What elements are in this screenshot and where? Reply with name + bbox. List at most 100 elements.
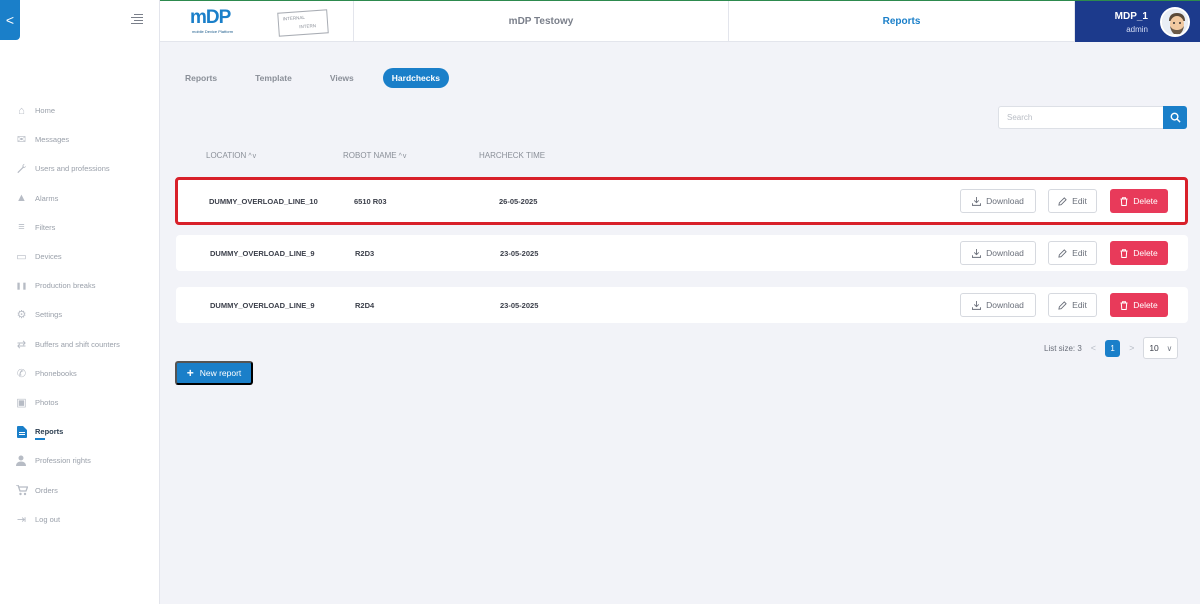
next-page-button[interactable]: > [1129, 343, 1134, 353]
pencil-icon [1058, 248, 1067, 258]
download-icon [972, 248, 982, 258]
devices-icon: ▭ [16, 251, 27, 264]
pencil-icon [1058, 196, 1067, 206]
sidebar-item-filters[interactable]: ≡ Filters [15, 213, 155, 242]
sidebar: < ⌂ Home ✉ Messages Users and profession… [0, 0, 160, 604]
warning-icon: ▲ [16, 192, 27, 205]
sidebar-item-label: Phonebooks [35, 368, 77, 378]
delete-button[interactable]: Delete [1110, 189, 1168, 213]
chevron-down-icon: ∨ [1166, 343, 1173, 353]
sidebar-item-label: Devices [35, 252, 62, 262]
tab-hardchecks[interactable]: Hardchecks [382, 68, 449, 88]
sidebar-item-log-out[interactable]: ⇥ Log out [15, 505, 155, 534]
sidebar-item-label: Log out [35, 514, 61, 524]
sort-icon: ^v [248, 153, 258, 160]
edit-button[interactable]: Edit [1048, 189, 1097, 213]
sidebar-item-profession-rights[interactable]: Profession rights [15, 446, 155, 475]
user-name: MDP_1 [1114, 11, 1148, 22]
sidebar-item-orders[interactable]: Orders [15, 475, 155, 504]
sidebar-item-buffers-and-shift-counters[interactable]: ⇄ Buffers and shift counters [15, 330, 155, 359]
sidebar-item-alarms[interactable]: ▲ Alarms [15, 184, 155, 213]
sidebar-item-phonebooks[interactable]: ✆ Phonebooks [15, 359, 155, 388]
user-role: admin [1126, 25, 1148, 34]
tab-template[interactable]: Template [246, 68, 301, 88]
sidebar-item-label: Alarms [35, 193, 59, 203]
search-box [998, 106, 1187, 129]
document-icon [15, 425, 28, 438]
cart-icon [15, 484, 28, 497]
cell-harcheck-time: 23-05-2025 [500, 300, 539, 310]
download-button[interactable]: Download [960, 241, 1036, 265]
sidebar-item-label: Filters [35, 222, 56, 232]
sidebar-item-settings[interactable]: ⚙ Settings [15, 300, 155, 329]
plus-icon: + [186, 366, 194, 380]
search-input[interactable] [998, 106, 1163, 129]
sidebar-item-label: Production breaks [35, 281, 96, 291]
image-icon: ▣ [16, 396, 27, 409]
logo[interactable]: mDP mobile Device Platform INTERNAL INTE… [160, 1, 354, 42]
cell-location: DUMMY_OVERLOAD_LINE_10 [209, 196, 318, 206]
trash-icon [1120, 196, 1128, 206]
sidebar-item-devices[interactable]: ▭ Devices [15, 242, 155, 271]
sidebar-item-label: Settings [35, 310, 63, 320]
tab-views[interactable]: Views [321, 68, 363, 88]
avatar [1160, 7, 1190, 37]
cell-location: DUMMY_OVERLOAD_LINE_9 [210, 300, 315, 310]
search-button[interactable] [1163, 106, 1187, 129]
collapse-sidebar-button[interactable]: < [0, 0, 20, 40]
sidebar-item-label: Home [35, 106, 56, 116]
edit-button[interactable]: Edit [1048, 241, 1097, 265]
sidebar-item-label: Users and professions [35, 164, 110, 174]
tab-reports[interactable]: Reports [176, 68, 226, 88]
column-header-harcheck-time: HARCHECK TIME [479, 151, 546, 160]
cell-robot-name: R2D4 [355, 300, 375, 310]
edit-button[interactable]: Edit [1048, 293, 1097, 317]
page-size-select[interactable]: 10 ∨ [1143, 337, 1179, 359]
pagination: List size: 3 < 1 > 10 ∨ [1044, 337, 1179, 359]
logo-text: mDP [190, 7, 231, 28]
sidebar-item-label: Profession rights [35, 456, 91, 466]
section-title: Reports [729, 1, 1075, 42]
download-button[interactable]: Download [960, 293, 1036, 317]
download-button[interactable]: Download [960, 189, 1036, 213]
sidebar-nav: ⌂ Home ✉ Messages Users and professions … [15, 96, 155, 534]
sidebar-item-photos[interactable]: ▣ Photos [15, 388, 155, 417]
wrench-icon [15, 162, 28, 175]
gear-icon: ⚙ [16, 309, 27, 322]
sidebar-item-messages[interactable]: ✉ Messages [15, 125, 155, 154]
delete-button[interactable]: Delete [1110, 293, 1168, 317]
sidebar-item-label: Reports [35, 427, 64, 441]
logout-icon: ⇥ [16, 513, 27, 526]
sidebar-item-label: Orders [35, 485, 58, 495]
sidebar-item-users-and-professions[interactable]: Users and professions [15, 154, 155, 183]
list-size-label: List size: 3 [1044, 343, 1082, 353]
trash-icon [1120, 300, 1128, 310]
column-header-location[interactable]: LOCATION ^v [206, 151, 257, 160]
top-header: mDP mobile Device Platform INTERNAL INTE… [160, 0, 1200, 42]
table-row: DUMMY_OVERLOAD_LINE_10 6510 R03 26-05-20… [175, 177, 1188, 225]
cell-harcheck-time: 26-05-2025 [499, 196, 538, 206]
sidebar-item-label: Messages [35, 135, 70, 145]
sidebar-item-reports[interactable]: Reports [15, 417, 155, 446]
search-icon [1170, 112, 1181, 123]
page-1-button[interactable]: 1 [1105, 339, 1121, 357]
user-menu[interactable]: MDP_1 admin [1075, 1, 1200, 42]
trash-icon [1120, 248, 1128, 258]
prev-page-button[interactable]: < [1091, 343, 1096, 353]
phone-icon: ✆ [16, 367, 27, 380]
column-header-robot-name[interactable]: ROBOT NAME ^v [343, 151, 407, 160]
app-name: mDP Testowy [354, 1, 729, 42]
delete-button[interactable]: Delete [1110, 241, 1168, 265]
new-report-button[interactable]: + New report [175, 361, 253, 385]
sidebar-item-production-breaks[interactable]: ❚❚ Production breaks [15, 271, 155, 300]
pencil-icon [1058, 300, 1067, 310]
filter-icon: ≡ [18, 221, 25, 234]
sidebar-item-label: Buffers and shift counters [35, 339, 120, 349]
menu-icon[interactable] [131, 14, 143, 26]
cell-robot-name: R2D3 [355, 248, 375, 258]
pause-icon: ❚❚ [15, 282, 28, 290]
cell-robot-name: 6510 R03 [354, 196, 387, 206]
sidebar-item-home[interactable]: ⌂ Home [15, 96, 155, 125]
download-icon [972, 300, 982, 310]
internal-stamp: INTERNAL INTERN [277, 9, 329, 37]
